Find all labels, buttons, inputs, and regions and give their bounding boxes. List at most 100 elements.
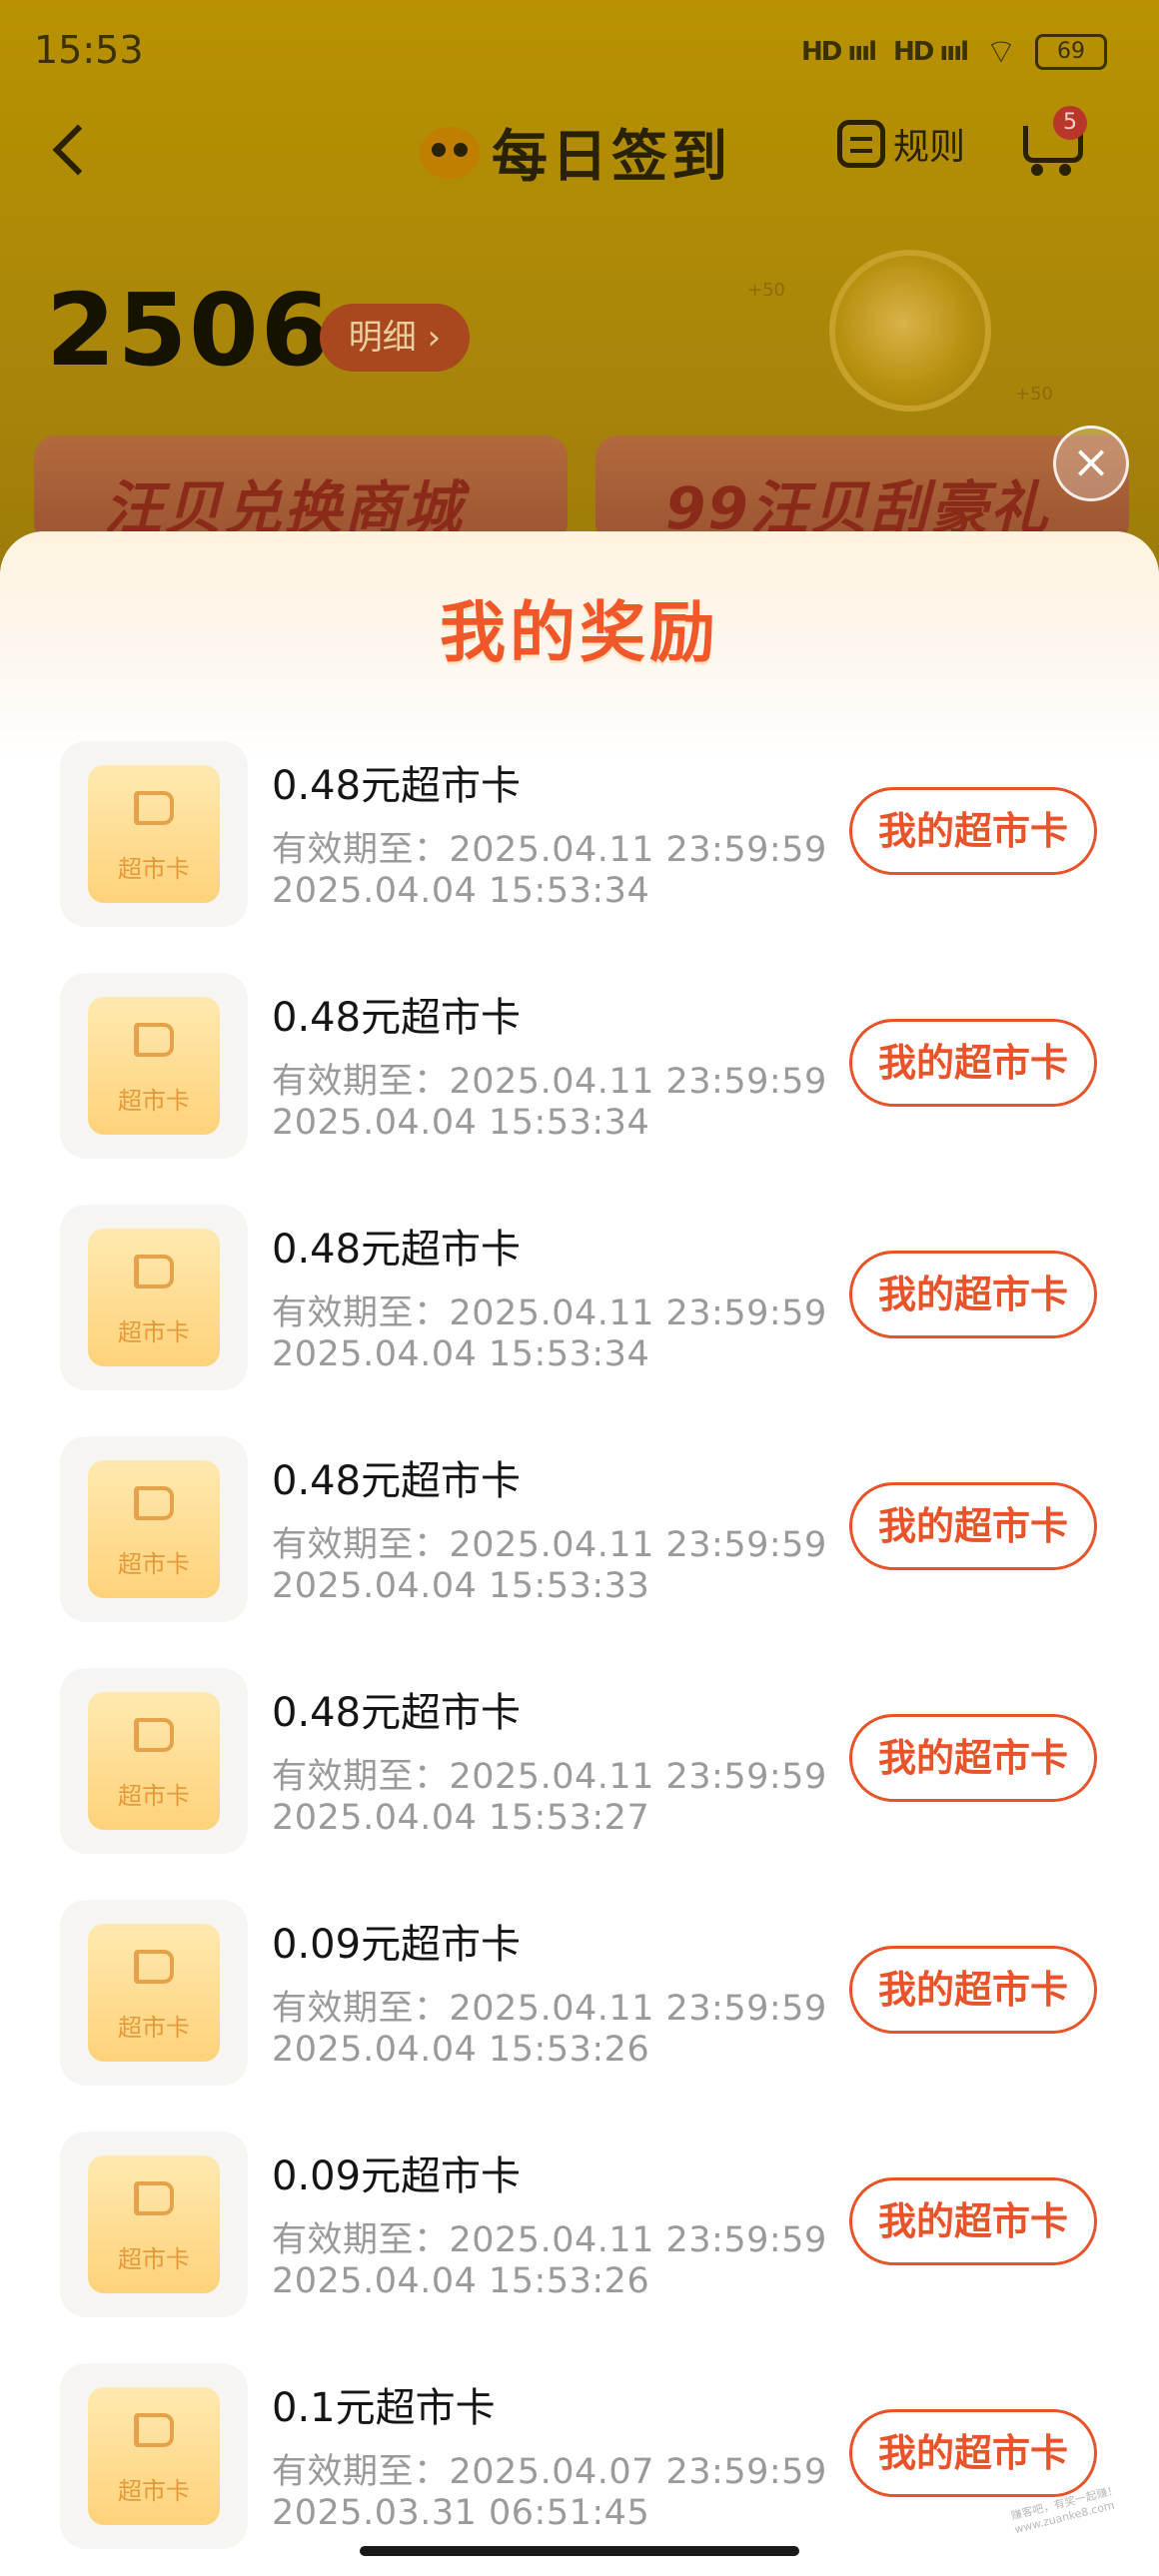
flag-icon [134,791,174,825]
reward-item: 超市卡 0.48元超市卡 有效期至：2025.04.11 23:59:59 20… [0,973,1159,1163]
card-image: 超市卡 [88,1692,220,1830]
flag-icon [134,2413,174,2447]
background-page: 15:53 HD ıııl HD ıııl ⌔ 69 每日签到 规则 5 250… [0,0,1159,599]
battery-icon: 69 [1035,33,1107,70]
reward-title: 0.48元超市卡 [272,763,522,809]
card-image: 超市卡 [88,2155,220,2293]
status-time: 15:53 [34,28,144,72]
reward-title: 0.1元超市卡 [272,2385,496,2431]
reward-expiry: 有效期至：2025.04.11 23:59:59 [272,1989,827,2029]
flag-icon [134,1255,174,1288]
reward-item: 超市卡 0.48元超市卡 有效期至：2025.04.11 23:59:59 20… [0,1668,1159,1858]
scratch-prize-banner[interactable]: 99汪贝刮豪礼 [595,435,1129,545]
card-image: 超市卡 [88,1924,220,2062]
reward-title: 0.48元超市卡 [272,995,522,1041]
card-thumbnail: 超市卡 [60,2363,248,2549]
flag-icon [134,1950,174,1984]
thumb-label: 超市卡 [118,2014,190,2042]
reward-time: 2025.04.04 15:53:34 [272,1334,650,1374]
card-thumbnail: 超市卡 [60,741,248,927]
signal-icon: HD ıııl [800,36,877,67]
status-bar: 15:53 HD ıııl HD ıııl ⌔ 69 [0,0,1159,100]
card-image: 超市卡 [88,997,220,1135]
thumb-label: 超市卡 [118,1087,190,1115]
reward-title: 0.09元超市卡 [272,2153,522,2199]
my-card-button[interactable]: 我的超市卡 [849,1946,1097,2034]
rewards-sheet: 我的奖励 超市卡 0.48元超市卡 有效期至：2025.04.11 23:59:… [0,531,1159,2576]
my-card-button[interactable]: 我的超市卡 [849,1019,1097,1107]
my-card-button[interactable]: 我的超市卡 [849,1714,1097,1802]
rules-button[interactable]: 规则 [837,118,965,170]
reward-title: 0.48元超市卡 [272,1458,522,1504]
flag-icon [134,1023,174,1057]
cart-wheel [1031,164,1043,176]
card-thumbnail: 超市卡 [60,2132,248,2317]
card-image: 超市卡 [88,2387,220,2525]
my-card-button[interactable]: 我的超市卡 [849,787,1097,875]
sheet-title: 我的奖励 [440,594,719,671]
points-balance: 2506 [46,272,333,389]
reward-time: 2025.04.04 15:53:26 [272,2030,650,2070]
reward-item: 超市卡 0.48元超市卡 有效期至：2025.04.11 23:59:59 20… [0,1205,1159,1394]
reward-item: 超市卡 0.09元超市卡 有效期至：2025.04.11 23:59:59 20… [0,2132,1159,2321]
duck-logo-icon [420,126,480,179]
reward-time: 2025.04.04 15:53:34 [272,1103,650,1143]
card-thumbnail: 超市卡 [60,1205,248,1390]
reward-title: 0.09元超市卡 [272,1922,522,1968]
my-card-button[interactable]: 我的超市卡 [849,2177,1097,2265]
thumb-label: 超市卡 [118,2477,190,2505]
reward-time: 2025.04.04 15:53:34 [272,871,650,911]
card-image: 超市卡 [88,765,220,903]
reward-item: 超市卡 0.1元超市卡 有效期至：2025.04.07 23:59:59 202… [0,2363,1159,2553]
reward-time: 2025.04.04 15:53:33 [272,1566,650,1606]
my-card-button[interactable]: 我的超市卡 [849,1482,1097,1570]
card-image: 超市卡 [88,1460,220,1598]
flag-icon [134,1718,174,1752]
card-thumbnail: 超市卡 [60,973,248,1159]
reward-time: 2025.04.04 15:53:26 [272,2261,650,2301]
card-thumbnail: 超市卡 [60,1900,248,2086]
exchange-mall-banner[interactable]: 汪贝兑换商城 [34,435,568,545]
card-thumbnail: 超市卡 [60,1436,248,1622]
page-title: 每日签到 [420,112,731,193]
card-image: 超市卡 [88,1229,220,1366]
thumb-label: 超市卡 [118,1550,190,1578]
my-card-button[interactable]: 我的超市卡 [849,1251,1097,1338]
wifi-icon: ⌔ [985,32,1017,72]
reward-time: 2025.03.31 06:51:45 [272,2493,650,2533]
bonus-tag: +50 [1015,384,1053,405]
thumb-label: 超市卡 [118,2245,190,2273]
thumb-label: 超市卡 [118,855,190,883]
flag-icon [134,2181,174,2215]
reward-time: 2025.04.04 15:53:27 [272,1798,650,1838]
close-icon[interactable]: × [1053,426,1129,501]
cart-wheel [1059,164,1071,176]
my-card-button[interactable]: 我的超市卡 [849,2409,1097,2497]
signal-icon-2: HD ıııl [892,36,969,67]
reward-title: 0.48元超市卡 [272,1227,522,1273]
reward-expiry: 有效期至：2025.04.11 23:59:59 [272,1293,827,1333]
coin-icon[interactable] [829,250,991,412]
home-indicator[interactable] [360,2546,799,2556]
detail-button[interactable]: 明细 › [320,304,470,372]
reward-title: 0.48元超市卡 [272,1690,522,1736]
page-title-text: 每日签到 [492,125,731,190]
thumb-label: 超市卡 [118,1318,190,1346]
reward-expiry: 有效期至：2025.04.11 23:59:59 [272,830,827,870]
reward-expiry: 有效期至：2025.04.11 23:59:59 [272,1525,827,1565]
thumb-label: 超市卡 [118,1782,190,1810]
reward-expiry: 有效期至：2025.04.11 23:59:59 [272,1062,827,1102]
reward-expiry: 有效期至：2025.04.07 23:59:59 [272,2452,827,2492]
reward-item: 超市卡 0.48元超市卡 有效期至：2025.04.11 23:59:59 20… [0,741,1159,931]
reward-item: 超市卡 0.09元超市卡 有效期至：2025.04.11 23:59:59 20… [0,1900,1159,2090]
back-arrow-icon[interactable] [52,124,104,176]
rules-icon [837,120,885,168]
sheet-header: 我的奖励 [0,531,1159,761]
card-thumbnail: 超市卡 [60,1668,248,1854]
status-icons: HD ıııl HD ıııl ⌔ 69 [801,30,1107,73]
flag-icon [134,1486,174,1520]
reward-item: 超市卡 0.48元超市卡 有效期至：2025.04.11 23:59:59 20… [0,1436,1159,1626]
cart-badge: 5 [1053,106,1087,140]
reward-expiry: 有效期至：2025.04.11 23:59:59 [272,1757,827,1797]
bonus-tag: +50 [747,280,785,301]
